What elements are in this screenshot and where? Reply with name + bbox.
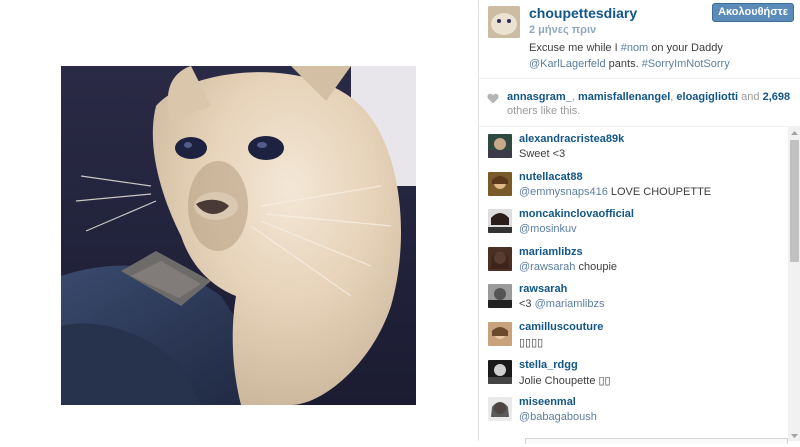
- post-caption: Excuse me while I #nom on your Daddy @Ka…: [529, 40, 795, 72]
- commenter-username[interactable]: camilluscouture: [519, 321, 603, 333]
- comment-item: nutellacat88 @emmysnaps416 LOVE CHOUPETT…: [479, 164, 787, 202]
- caption-text: Excuse me while I: [529, 42, 621, 54]
- commenter-username[interactable]: moncakinclovaofficial: [519, 208, 634, 220]
- scroll-down-arrow-icon[interactable]: [788, 429, 800, 441]
- likes-suffix: others like this.: [507, 105, 581, 117]
- commenter-username[interactable]: miseenmal: [519, 396, 576, 408]
- liker-username[interactable]: mamisfallenangel: [578, 91, 670, 103]
- likes-and: and: [738, 91, 763, 103]
- comment-mention[interactable]: @babagaboush: [519, 411, 597, 423]
- commenter-username[interactable]: nutellacat88: [519, 171, 583, 183]
- commenter-avatar[interactable]: [488, 321, 512, 346]
- media-pane: [0, 0, 478, 441]
- heart-icon[interactable]: [487, 91, 499, 109]
- author-avatar[interactable]: [488, 6, 520, 38]
- commenter-avatar[interactable]: [488, 284, 512, 309]
- avatar-image: [488, 6, 520, 38]
- comments-scrollbar[interactable]: [788, 126, 800, 441]
- comment-item: mariamlibzs @rawsarah choupie: [479, 239, 787, 277]
- scroll-up-arrow-icon[interactable]: [788, 126, 800, 138]
- comment-item: moncakinclovaofficial @mosinkuv: [479, 201, 787, 239]
- comment-text: @emmysnaps416 LOVE CHOUPETTE: [519, 186, 711, 198]
- comment-body: choupie: [575, 260, 618, 273]
- likes-section: annasgram_, mamisfallenangel, eloagiglio…: [479, 79, 800, 127]
- likes-text: annasgram_, mamisfallenangel, eloagiglio…: [507, 90, 792, 118]
- post-sidebar: choupettesdiary Ακολουθήστε 2 μήνες πριν…: [478, 0, 800, 444]
- comment-body: <3: [519, 298, 535, 311]
- caption-hashtag-nom[interactable]: #nom: [621, 42, 649, 54]
- comment-item: camilluscouture ▯▯▯▯: [479, 314, 787, 352]
- commenter-avatar[interactable]: [488, 359, 512, 384]
- comment-text: @rawsarah choupie: [519, 261, 617, 273]
- commenter-avatar[interactable]: [488, 134, 512, 158]
- comment-mention[interactable]: @rawsarah: [519, 261, 575, 273]
- comment-item: stella_rdgg Jolie Choupette ▯▯: [479, 352, 787, 390]
- caption-text: on your Daddy: [648, 42, 723, 54]
- commenter-username[interactable]: stella_rdgg: [519, 359, 578, 371]
- comment-text: Sweet <3: [519, 148, 566, 160]
- scroll-thumb[interactable]: [790, 140, 799, 262]
- commenter-avatar[interactable]: [488, 209, 512, 234]
- post-photo[interactable]: [61, 66, 416, 405]
- commenter-avatar[interactable]: [488, 171, 512, 196]
- comment-mention[interactable]: @mosinkuv: [519, 223, 577, 235]
- caption-text: pants.: [605, 58, 642, 70]
- comment-text: ▯▯▯▯: [519, 336, 544, 349]
- comment-item: alexandracristea89k Sweet <3: [479, 126, 787, 164]
- comment-item: rawsarah <3 @mariamlibzs: [479, 276, 787, 314]
- commenter-username[interactable]: rawsarah: [519, 283, 567, 295]
- comment-text: Jolie Choupette ▯▯: [519, 374, 611, 387]
- add-comment-input[interactable]: [525, 438, 788, 444]
- comment-body: LOVE CHOUPETTE: [607, 185, 712, 198]
- caption-mention-karllagerfeld[interactable]: @KarlLagerfeld: [529, 58, 606, 70]
- comment-text: <3 @mariamlibzs: [519, 298, 604, 310]
- liker-username[interactable]: annasgram_: [507, 91, 572, 103]
- commenter-avatar[interactable]: [488, 397, 512, 422]
- comment-text: @babagaboush: [519, 411, 597, 423]
- author-username-link[interactable]: choupettesdiary: [529, 5, 637, 21]
- follow-button[interactable]: Ακολουθήστε: [712, 3, 794, 22]
- post-time-ago[interactable]: 2 μήνες πριν: [529, 24, 596, 36]
- comment-mention[interactable]: @emmysnaps416: [519, 186, 608, 198]
- commenter-username[interactable]: alexandracristea89k: [519, 133, 624, 145]
- commenter-username[interactable]: mariamlibzs: [519, 246, 583, 258]
- comment-mention[interactable]: @mariamlibzs: [535, 298, 605, 310]
- liker-username[interactable]: eloagigliotti: [676, 91, 738, 103]
- commenter-avatar[interactable]: [488, 246, 512, 271]
- comments-list: alexandracristea89k Sweet <3 nutellacat8…: [479, 126, 787, 441]
- caption-hashtag-sorryimnotsorry[interactable]: #SorryImNotSorry: [642, 58, 730, 70]
- likes-count[interactable]: 2,698: [763, 91, 791, 103]
- comment-text: @mosinkuv: [519, 223, 577, 235]
- comment-item: miseenmal @babagaboush: [479, 389, 787, 427]
- cat-photo-image: [61, 66, 416, 405]
- post-header: choupettesdiary Ακολουθήστε 2 μήνες πριν…: [479, 0, 800, 79]
